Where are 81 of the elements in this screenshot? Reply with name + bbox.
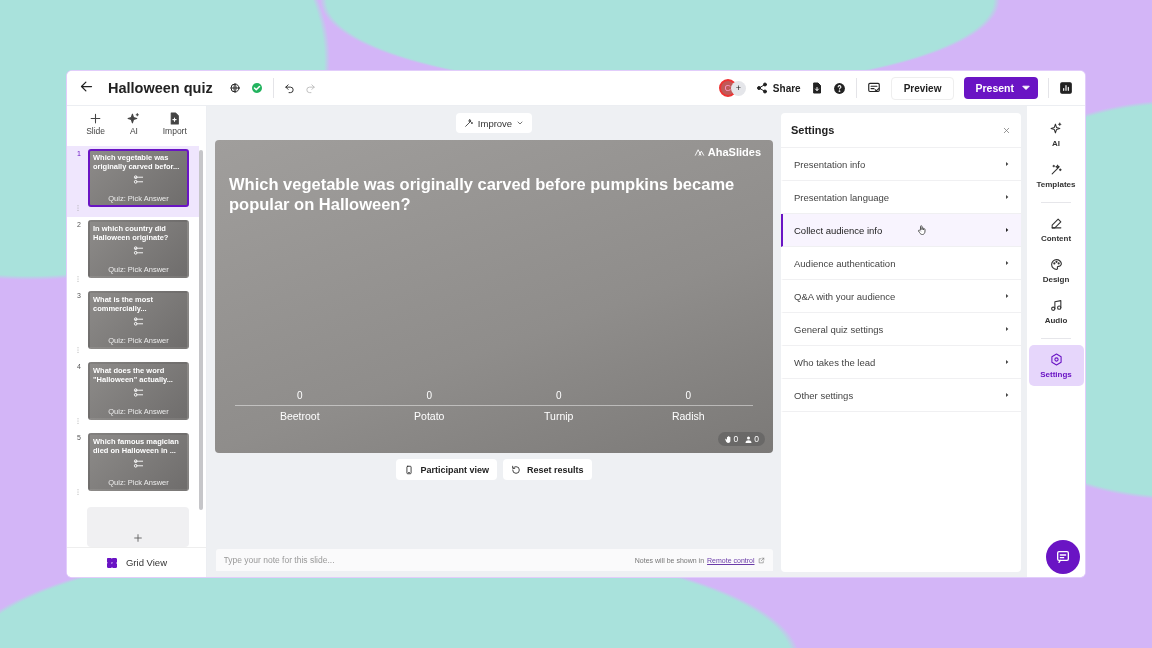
reaction-count: 0 <box>733 434 739 444</box>
preview-button[interactable]: Preview <box>890 76 955 100</box>
help-icon[interactable] <box>832 81 846 95</box>
palette-icon <box>1049 258 1063 271</box>
music-note-icon <box>1049 299 1063 312</box>
quiz-icon <box>133 458 144 469</box>
participant-view-button[interactable]: Participant view <box>396 459 497 480</box>
content-tab[interactable]: Content <box>1028 209 1084 250</box>
participant-count: 0 <box>754 434 759 444</box>
logo-icon <box>693 146 705 158</box>
plus-icon <box>133 533 143 543</box>
quiz-icon <box>133 174 144 185</box>
caret-right-icon <box>1003 226 1011 234</box>
undo-icon[interactable] <box>283 82 295 94</box>
settings-item[interactable]: Audience authentication <box>781 247 1021 280</box>
grid-view-button[interactable]: Grid View <box>67 547 206 577</box>
settings-item[interactable]: Other settings <box>781 379 1021 412</box>
scrollbar[interactable] <box>199 150 203 510</box>
share-icon <box>755 82 768 94</box>
settings-item[interactable]: Collect audience info <box>781 214 1021 247</box>
audio-tab[interactable]: Audio <box>1028 291 1084 332</box>
plus-icon <box>89 112 103 125</box>
settings-item[interactable]: Q&A with your audience <box>781 280 1021 313</box>
answer-option: Turnip <box>494 405 624 422</box>
person-icon <box>744 434 754 444</box>
vote-count: 0 <box>685 390 692 401</box>
pencil-icon <box>1049 217 1063 230</box>
hand-pointer-icon <box>916 224 928 236</box>
chat-icon <box>1055 549 1071 565</box>
ai-button[interactable]: AI <box>127 112 141 142</box>
caret-right-icon <box>1003 193 1011 201</box>
phone-icon <box>404 464 415 475</box>
settings-item[interactable]: General quiz settings <box>781 313 1021 346</box>
file-icon <box>168 112 182 125</box>
vote-count: 0 <box>426 390 433 401</box>
caret-right-icon <box>1003 325 1011 333</box>
templates-tab[interactable]: Templates <box>1028 155 1084 196</box>
caret-right-icon <box>1003 160 1011 168</box>
settings-item[interactable]: Who takes the lead <box>781 346 1021 379</box>
close-icon <box>1002 125 1011 135</box>
caret-right-icon <box>1003 391 1011 399</box>
import-button[interactable]: Import <box>162 112 187 142</box>
ai-tab[interactable]: AI <box>1028 114 1084 155</box>
file-icon[interactable] <box>810 82 823 94</box>
vote-count: 0 <box>296 390 303 401</box>
quiz-icon <box>133 245 144 256</box>
chevron-down-icon <box>516 119 525 127</box>
grid-icon <box>106 556 118 569</box>
presentation-title: Halloween quiz <box>108 80 213 96</box>
close-button[interactable] <box>1002 125 1011 135</box>
panel-title: Settings <box>791 124 835 136</box>
subtitles-icon[interactable] <box>866 81 881 95</box>
back-arrow-icon <box>79 79 94 94</box>
wand-icon <box>1049 163 1063 176</box>
check-circle-icon <box>250 82 263 94</box>
settings-item[interactable]: Presentation info <box>781 148 1021 181</box>
share-button[interactable]: Share <box>755 82 801 94</box>
add-slide-button[interactable]: Slide <box>86 112 106 142</box>
answer-option: Radish <box>623 405 753 422</box>
quiz-icon <box>133 387 144 398</box>
improve-button[interactable]: Improve <box>455 113 533 133</box>
caret-right-icon <box>1003 358 1011 366</box>
caret-right-icon <box>1003 292 1011 300</box>
present-button[interactable]: Present <box>964 77 1038 99</box>
vote-count: 0 <box>555 390 562 401</box>
settings-tab[interactable]: Settings <box>1028 345 1084 386</box>
answer-option: Potato <box>364 405 494 422</box>
external-link-icon <box>757 556 765 564</box>
chart-icon[interactable] <box>1059 81 1073 95</box>
reset-results-button[interactable]: Reset results <box>503 459 592 480</box>
settings-icon <box>1049 353 1063 366</box>
caret-right-icon <box>1003 259 1011 267</box>
question-text: Which vegetable was originally carved before pumpkins became popular on Halloween? <box>229 174 736 214</box>
hand-icon <box>723 434 733 444</box>
answer-option: Beetroot <box>235 405 365 422</box>
design-tab[interactable]: Design <box>1028 250 1084 291</box>
globe-icon[interactable] <box>228 82 241 94</box>
brand-name: AhaSlides <box>707 146 761 158</box>
quiz-icon <box>133 316 144 327</box>
reset-icon <box>511 464 521 475</box>
chat-button[interactable] <box>1046 540 1080 574</box>
